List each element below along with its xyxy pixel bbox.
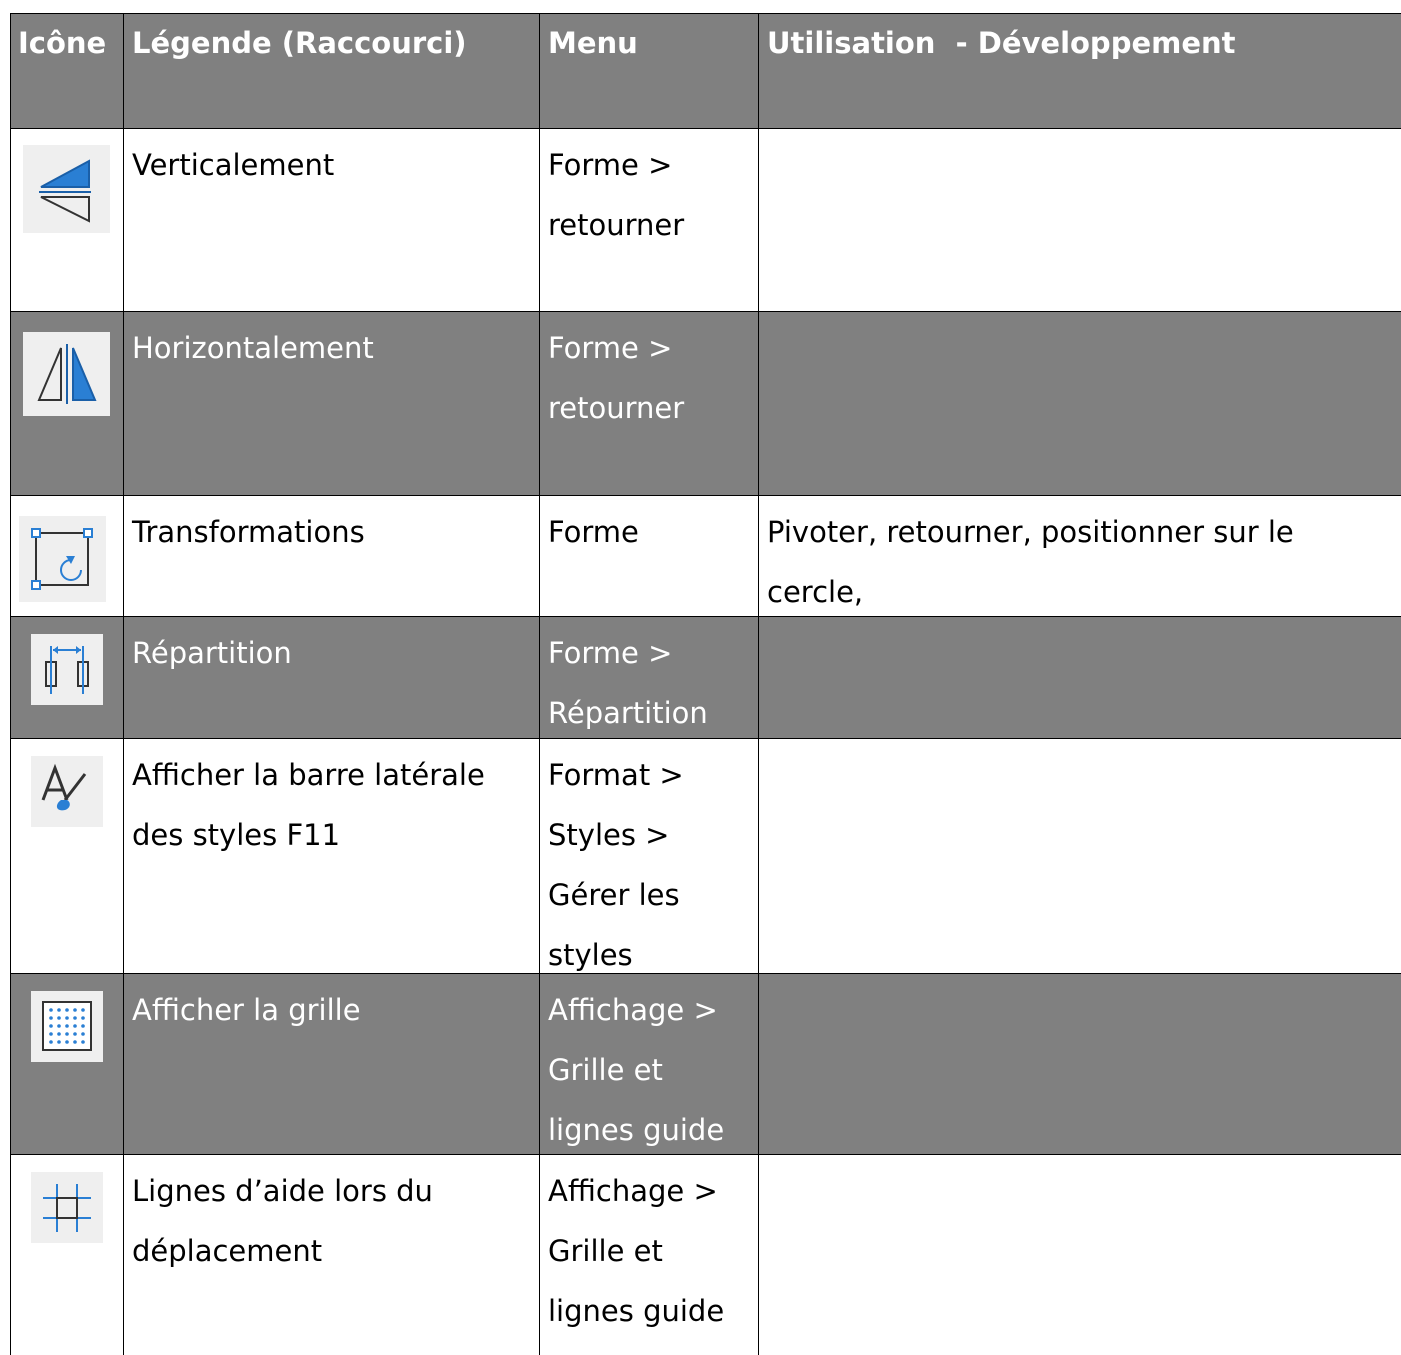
table-row: Transformations Forme Pivoter, retourner…: [10, 496, 1401, 669]
distribution-icon: [31, 634, 103, 705]
table-header-row: Icône Légende (Raccourci) Menu Utilisati…: [10, 14, 1401, 129]
icon-cell: [10, 496, 123, 616]
table-row: Répartition Forme > Répartition: [10, 617, 1401, 739]
table-row: Afficher la grille Affichage > Grille et…: [10, 974, 1401, 1155]
legend-cell: Répartition: [123, 617, 539, 738]
legend-cell: Horizontalement: [123, 312, 539, 495]
grid-icon: [31, 991, 103, 1062]
menu-cell: Affichage > Grille et lignes guide: [539, 974, 758, 1154]
icon-cell: [10, 1155, 123, 1355]
table-row: Afficher la barre latérale des styles F1…: [10, 739, 1401, 974]
transformations-icon: [19, 516, 106, 602]
icon-cell: [10, 617, 123, 738]
header-usage: Utilisation - Développement: [758, 14, 1401, 128]
commands-table: Icône Légende (Raccourci) Menu Utilisati…: [10, 13, 1401, 1355]
header-legend: Légende (Raccourci): [123, 14, 539, 128]
menu-cell: Format > Styles > Gérer les styles: [539, 739, 758, 973]
helplines-icon: [31, 1172, 103, 1243]
styles-sidebar-icon: [31, 756, 103, 827]
menu-cell: Forme > Répartition: [539, 617, 758, 738]
table-row: Lignes d’aide lors du déplacement Affich…: [10, 1155, 1401, 1355]
icon-cell: [10, 739, 123, 973]
menu-cell: Affichage > Grille et lignes guide: [539, 1155, 758, 1355]
table-row: Verticalement Forme > retourner: [10, 129, 1401, 312]
menu-cell: Forme: [539, 496, 758, 616]
legend-cell: Lignes d’aide lors du déplacement: [123, 1155, 539, 1355]
flip-vertical-icon: [23, 145, 110, 233]
legend-cell: Afficher la barre latérale des styles F1…: [123, 739, 539, 973]
menu-cell: Forme > retourner: [539, 312, 758, 495]
legend-cell: Verticalement: [123, 129, 539, 311]
icon-cell: [10, 312, 123, 495]
usage-cell: Pivoter, retourner, positionner sur le c…: [758, 496, 1401, 669]
usage-cell: [758, 739, 1401, 973]
menu-cell: Forme > retourner: [539, 129, 758, 311]
header-menu: Menu: [539, 14, 758, 128]
usage-cell: [758, 1155, 1401, 1355]
flip-horizontal-icon: [23, 332, 110, 416]
usage-cell: [758, 974, 1401, 1154]
icon-cell: [10, 974, 123, 1154]
legend-cell: Transformations: [123, 496, 539, 616]
usage-cell: [758, 312, 1401, 495]
icon-cell: [10, 129, 123, 311]
legend-cell: Afficher la grille: [123, 974, 539, 1154]
usage-cell: [758, 617, 1401, 738]
table-row: Horizontalement Forme > retourner: [10, 312, 1401, 496]
usage-cell: [758, 129, 1401, 311]
header-icon: Icône: [10, 14, 123, 128]
